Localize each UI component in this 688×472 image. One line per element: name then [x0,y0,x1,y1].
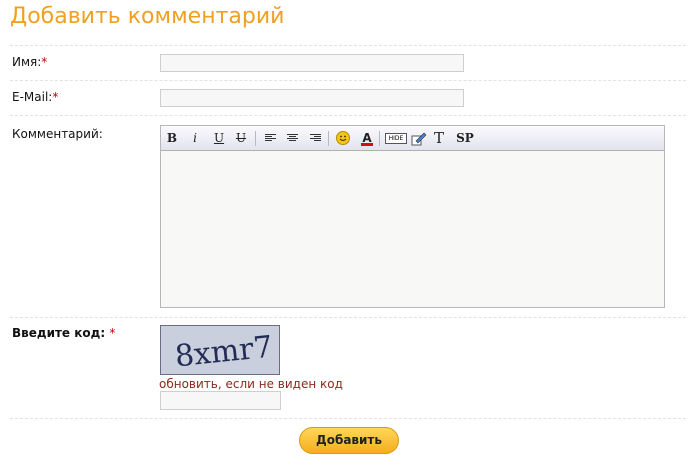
font-color-icon[interactable]: A [360,130,374,147]
required-mark: * [109,326,116,340]
editor-toolbar: B i U U A HIDE T SP [161,126,664,151]
captcha-text: 8xmr7 [173,329,274,374]
smiley-icon[interactable] [336,131,350,145]
email-label-text: E-Mail: [12,90,53,104]
email-label: E-Mail:* [12,90,58,104]
font-icon[interactable]: T [433,130,445,147]
page-title: Добавить комментарий [10,4,285,29]
align-left-icon[interactable] [265,134,276,143]
svg-text:A: A [362,131,372,145]
divider [10,317,686,318]
name-label-text: Имя: [12,55,42,69]
divider [10,45,686,46]
divider [10,418,686,419]
toolbar-separator [328,131,329,146]
submit-button[interactable]: Добавить [299,427,399,454]
align-center-icon[interactable] [287,134,298,143]
spoiler-button[interactable]: SP [455,130,475,147]
divider [10,115,686,116]
toolbar-separator [255,131,256,146]
code-label-text: Введите код: [12,326,106,340]
refresh-captcha-link[interactable]: обновить, если не виден код [159,377,343,391]
toolbar-separator [379,131,380,146]
code-input[interactable] [160,391,281,410]
edit-icon[interactable] [410,130,427,147]
required-mark: * [41,55,48,69]
align-right-icon[interactable] [310,134,321,143]
divider [10,80,686,81]
strikethrough-button[interactable]: U [234,130,248,147]
underline-button[interactable]: U [212,130,226,147]
italic-button[interactable]: i [188,130,202,147]
hide-button[interactable]: HIDE [385,133,407,144]
required-mark: * [52,90,59,104]
bold-button[interactable]: B [165,130,179,147]
comment-editor: B i U U A HIDE T SP [160,125,665,308]
comment-textarea[interactable] [161,151,664,307]
code-label: Введите код: * [12,326,115,340]
name-input[interactable] [160,54,464,72]
name-label: Имя:* [12,55,47,69]
comment-label: Комментарий: [12,127,103,141]
email-input[interactable] [160,89,464,107]
captcha-image: 8xmr7 [160,325,280,375]
